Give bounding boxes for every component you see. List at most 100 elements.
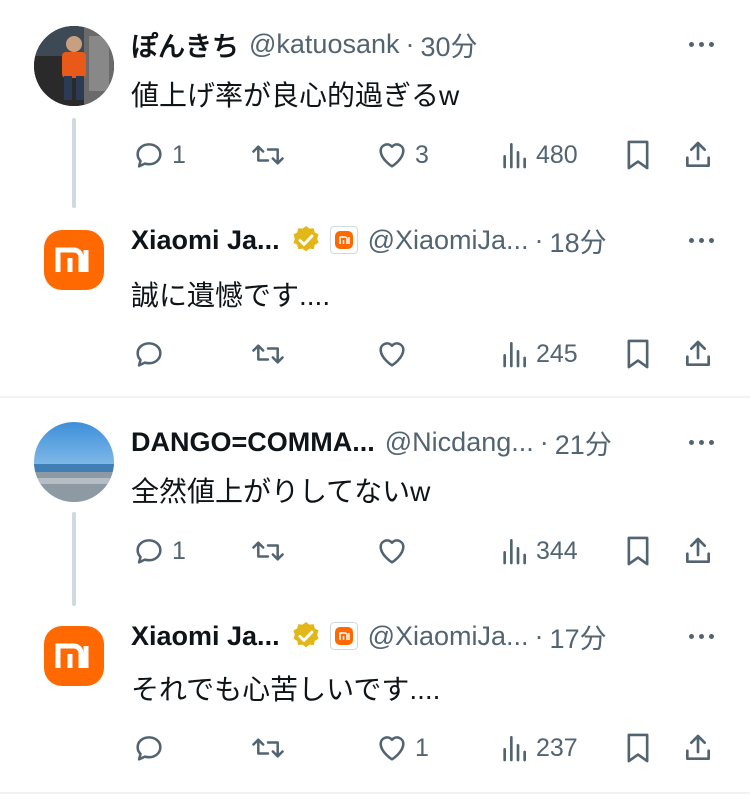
share-button[interactable]	[682, 135, 714, 175]
tweet-header: ぽんきち @katuosank · 30分	[131, 26, 714, 62]
bookmark-icon	[627, 339, 649, 369]
bookmark-icon	[627, 536, 649, 566]
tweet-4[interactable]: Xiaomi Ja... @XiaomiJa... · 17分 それでも心苦しい…	[0, 596, 750, 792]
tweet-text: それでも心苦しいです....	[131, 674, 441, 705]
verified-badge-icon	[293, 226, 319, 252]
reply-count: 1	[172, 536, 186, 565]
tweet-text: 全然値上がりしてないw	[131, 476, 431, 507]
divider	[0, 792, 750, 794]
like-count: 3	[415, 140, 429, 169]
like-button[interactable]: 3	[375, 135, 429, 175]
timestamp[interactable]: 17分	[550, 617, 607, 656]
timestamp[interactable]: 18分	[550, 221, 607, 260]
view-count: 245	[536, 339, 578, 368]
timestamp[interactable]: 21分	[555, 423, 612, 462]
reply-icon	[136, 342, 162, 367]
bookmark-button[interactable]	[623, 531, 653, 571]
reply-button[interactable]: 1	[132, 135, 186, 175]
affiliate-badge-icon	[329, 226, 358, 254]
views-chart-icon	[503, 736, 526, 762]
seaside-photo-icon	[34, 422, 114, 502]
view-count: 480	[536, 140, 578, 169]
separator-dot: ·	[534, 620, 544, 651]
reply-icon	[136, 539, 162, 564]
bookmark-button[interactable]	[623, 334, 653, 374]
user-handle[interactable]: @Nicdang...	[385, 427, 534, 458]
heart-icon	[379, 143, 405, 168]
tweet-2[interactable]: Xiaomi Ja... @XiaomiJa... · 18分 誠に遺憾です..…	[0, 200, 750, 396]
reply-icon	[136, 736, 162, 761]
share-icon	[686, 537, 710, 563]
views-button[interactable]: 344	[498, 531, 578, 571]
separator-dot: ·	[534, 224, 544, 255]
action-bar: 1 344	[0, 531, 750, 571]
heart-icon	[379, 736, 405, 761]
share-button[interactable]	[682, 728, 714, 768]
display-name[interactable]: Xiaomi Ja...	[131, 621, 280, 652]
reply-button[interactable]	[132, 334, 172, 374]
user-handle[interactable]: @XiaomiJa...	[368, 621, 529, 652]
more-options-icon[interactable]	[689, 424, 714, 460]
bookmark-button[interactable]	[623, 728, 653, 768]
like-count: 1	[415, 733, 429, 762]
action-bar: 1 237	[0, 728, 750, 768]
reply-count: 1	[172, 140, 186, 169]
retweet-icon	[252, 541, 284, 561]
xiaomi-logo-icon	[44, 626, 104, 686]
tweet-text: 誠に遺憾です....	[131, 280, 331, 311]
retweet-button[interactable]	[250, 728, 292, 768]
views-button[interactable]: 237	[498, 728, 578, 768]
retweet-icon	[252, 145, 284, 165]
display-name[interactable]: Xiaomi Ja...	[131, 225, 280, 256]
avatar[interactable]	[34, 422, 114, 502]
like-button[interactable]	[375, 531, 415, 571]
like-button[interactable]: 1	[375, 728, 429, 768]
separator-dot: ·	[405, 28, 415, 59]
timestamp[interactable]: 30分	[421, 25, 478, 64]
affiliate-badge-icon	[329, 622, 358, 650]
views-chart-icon	[503, 539, 526, 565]
user-handle[interactable]: @XiaomiJa...	[368, 225, 529, 256]
retweet-icon	[252, 344, 284, 364]
display-name[interactable]: ぽんきち	[131, 25, 239, 64]
action-bar: 1 3 480	[0, 135, 750, 175]
views-button[interactable]: 245	[498, 334, 578, 374]
retweet-button[interactable]	[250, 531, 292, 571]
share-icon	[686, 734, 710, 760]
tweet-1[interactable]: ぽんきち @katuosank · 30分 値上げ率が良心的過ぎるw 1 3 4…	[0, 0, 750, 208]
user-handle[interactable]: @katuosank	[249, 29, 400, 60]
avatar[interactable]	[34, 26, 114, 106]
verified-badge-icon	[293, 622, 319, 648]
like-button[interactable]	[375, 334, 415, 374]
heart-icon	[379, 342, 405, 367]
more-options-icon[interactable]	[689, 222, 714, 258]
more-options-icon[interactable]	[689, 26, 714, 62]
tweet-3[interactable]: DANGO=COMMA... @Nicdang... · 21分 全然値上がりし…	[0, 398, 750, 606]
heart-icon	[379, 539, 405, 564]
retweet-button[interactable]	[250, 334, 292, 374]
action-bar: 245	[0, 334, 750, 374]
share-button[interactable]	[682, 531, 714, 571]
views-button[interactable]: 480	[498, 135, 578, 175]
bookmark-button[interactable]	[623, 135, 653, 175]
xiaomi-logo-icon	[44, 230, 104, 290]
retweet-button[interactable]	[250, 135, 292, 175]
more-options-icon[interactable]	[689, 618, 714, 654]
tweet-header: DANGO=COMMA... @Nicdang... · 21分	[131, 424, 714, 460]
share-button[interactable]	[682, 334, 714, 374]
share-icon	[686, 141, 710, 167]
view-count: 237	[536, 733, 578, 762]
avatar[interactable]	[34, 616, 114, 696]
avatar[interactable]	[34, 220, 114, 300]
view-count: 344	[536, 536, 578, 565]
share-icon	[686, 340, 710, 366]
reply-button[interactable]: 1	[132, 531, 186, 571]
tweet-text: 値上げ率が良心的過ぎるw	[131, 80, 460, 111]
bookmark-icon	[627, 140, 649, 170]
reply-icon	[136, 143, 162, 168]
separator-dot: ·	[539, 426, 549, 457]
display-name[interactable]: DANGO=COMMA...	[131, 427, 375, 458]
person-photo-icon	[34, 26, 114, 106]
tweet-header: Xiaomi Ja... @XiaomiJa... · 18分	[131, 222, 714, 258]
reply-button[interactable]	[132, 728, 172, 768]
